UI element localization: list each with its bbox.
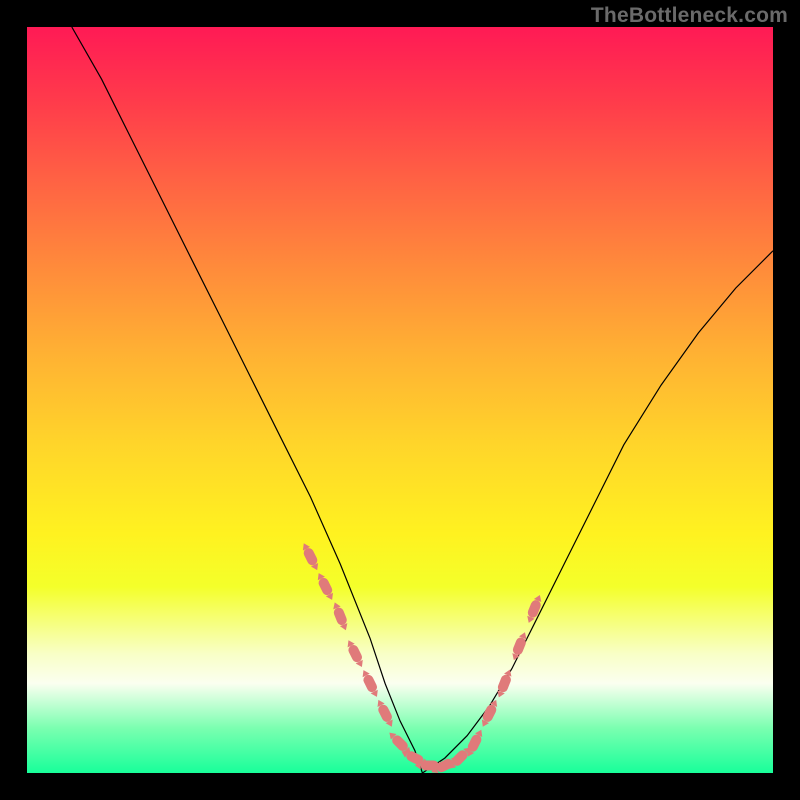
chart-area	[27, 27, 773, 773]
left-curve	[72, 27, 423, 773]
marker-group	[299, 541, 544, 773]
marker-point	[344, 638, 366, 669]
marker-point	[299, 541, 321, 572]
marker-point	[330, 601, 350, 633]
marker-point	[509, 630, 529, 662]
marker-point	[478, 698, 500, 729]
marker-point	[359, 668, 381, 699]
watermark-text: TheBottleneck.com	[591, 4, 788, 28]
marker-point	[314, 571, 336, 602]
marker-point	[494, 668, 514, 700]
right-curve	[422, 251, 773, 773]
chart-svg	[27, 27, 773, 773]
